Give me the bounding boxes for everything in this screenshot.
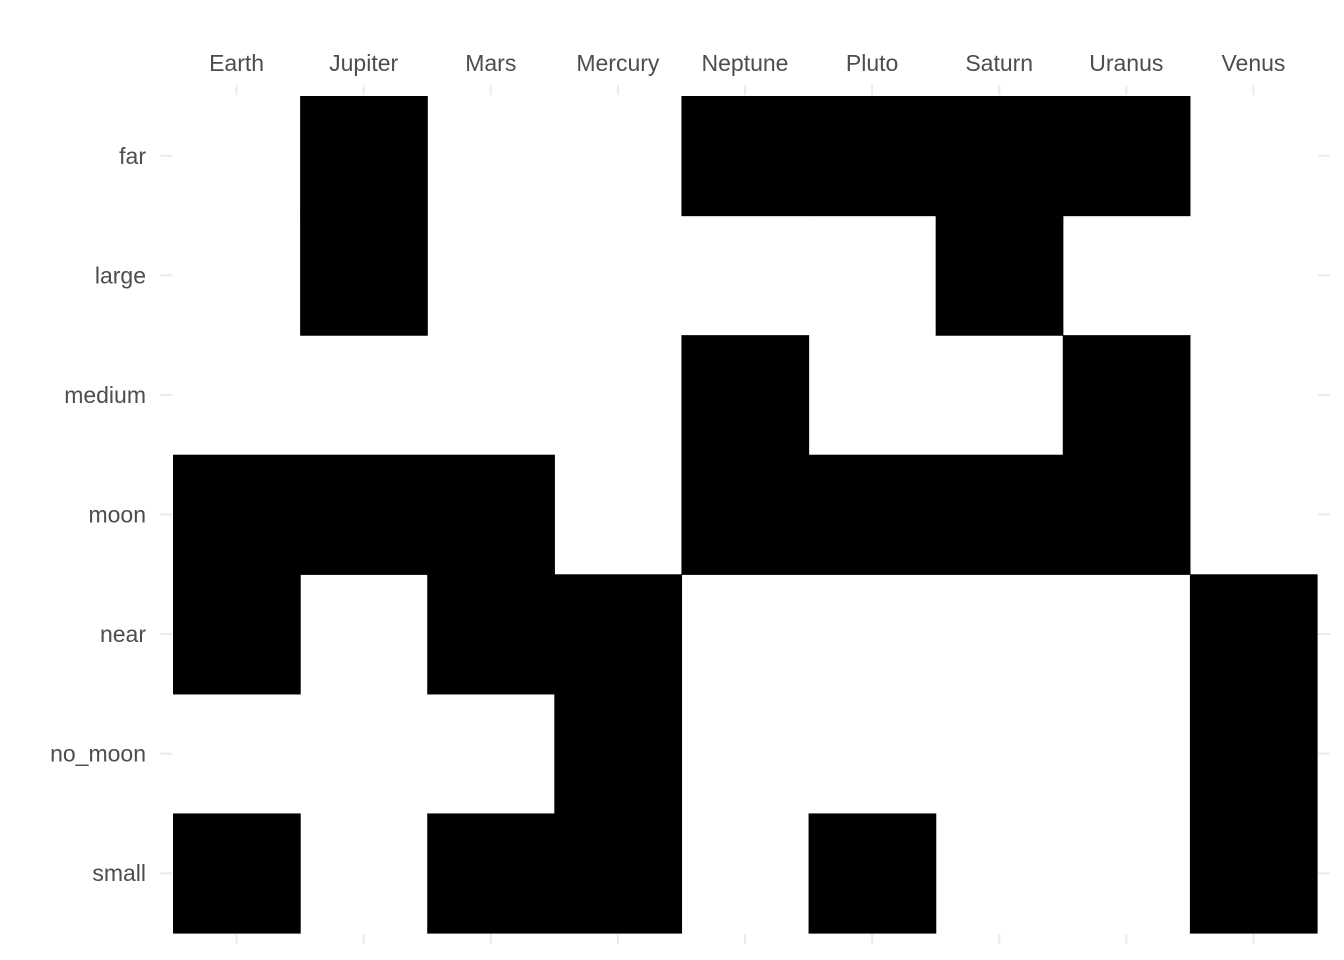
heatmap-cell-far-Saturn xyxy=(935,96,1064,217)
y-tick-label: large xyxy=(95,262,146,288)
heatmap-cell-moon-Mars xyxy=(427,454,555,575)
y-tick-label: near xyxy=(100,621,146,647)
heatmap-cell-far-Pluto xyxy=(808,96,937,217)
heatmap-cell-medium-Uranus xyxy=(1062,335,1191,456)
heatmap-cell-small-Venus xyxy=(1189,813,1318,934)
heatmap-cell-moon-Jupiter xyxy=(300,454,428,575)
x-tick-label: Pluto xyxy=(846,50,898,76)
x-tick-label: Venus xyxy=(1221,50,1285,76)
y-tick-label: small xyxy=(92,860,146,886)
heatmap-cell-moon-Earth xyxy=(173,454,301,575)
heatmap-cell-far-Uranus xyxy=(1062,96,1191,217)
heatmap-cell-moon-Uranus xyxy=(1062,454,1191,575)
heatmap-cell-small-Pluto xyxy=(808,813,937,934)
y-tick-label: medium xyxy=(64,382,146,408)
heatmap-cell-moon-Neptune xyxy=(681,454,810,575)
y-tick-label: moon xyxy=(88,502,146,528)
heatmap-cell-moon-Pluto xyxy=(808,454,937,575)
heatmap-cell-large-Jupiter xyxy=(300,215,428,336)
heatmap-cell-no_moon-Mercury xyxy=(554,693,683,815)
heatmap-cell-near-Mars xyxy=(427,574,555,695)
x-tick-label: Uranus xyxy=(1089,50,1163,76)
heatmap-cell-near-Venus xyxy=(1189,574,1318,695)
heatmap-cell-small-Mars xyxy=(427,813,555,934)
x-tick-label: Mars xyxy=(465,50,516,76)
x-axis-labels: Earth Jupiter Mars Mercury Neptune Pluto Satur… xyxy=(209,50,1285,76)
y-tick-label: far xyxy=(119,143,146,169)
heatmap-cell-small-Earth xyxy=(173,813,301,934)
heatmap-cell-large-Saturn xyxy=(935,215,1064,336)
heatmap-chart: Earth Jupiter Mars Mercury Neptune Pluto Satur… xyxy=(50,50,1330,944)
heatmap-cell-near-Earth xyxy=(173,574,301,695)
x-tick-label: Saturn xyxy=(965,50,1033,76)
heatmap-cell-far-Neptune xyxy=(681,96,810,217)
y-axis-labels: far large medium moon near no_moonsmall xyxy=(50,143,146,886)
heatmap-cell-medium-Neptune xyxy=(681,335,810,456)
x-tick-label: Neptune xyxy=(702,50,789,76)
heatmap-cells xyxy=(173,96,1318,934)
heatmap-cell-moon-Saturn xyxy=(935,454,1064,575)
y-tick-label: no_moon xyxy=(50,741,146,767)
heatmap-cell-small-Mercury xyxy=(554,813,683,934)
heatmap-cell-near-Mercury xyxy=(554,574,683,695)
x-tick-label: Mercury xyxy=(576,50,660,76)
x-tick-label: Earth xyxy=(209,50,264,76)
heatmap-cell-no_moon-Venus xyxy=(1189,693,1318,815)
x-tick-label: Jupiter xyxy=(329,50,398,76)
heatmap-cell-far-Jupiter xyxy=(300,96,428,217)
